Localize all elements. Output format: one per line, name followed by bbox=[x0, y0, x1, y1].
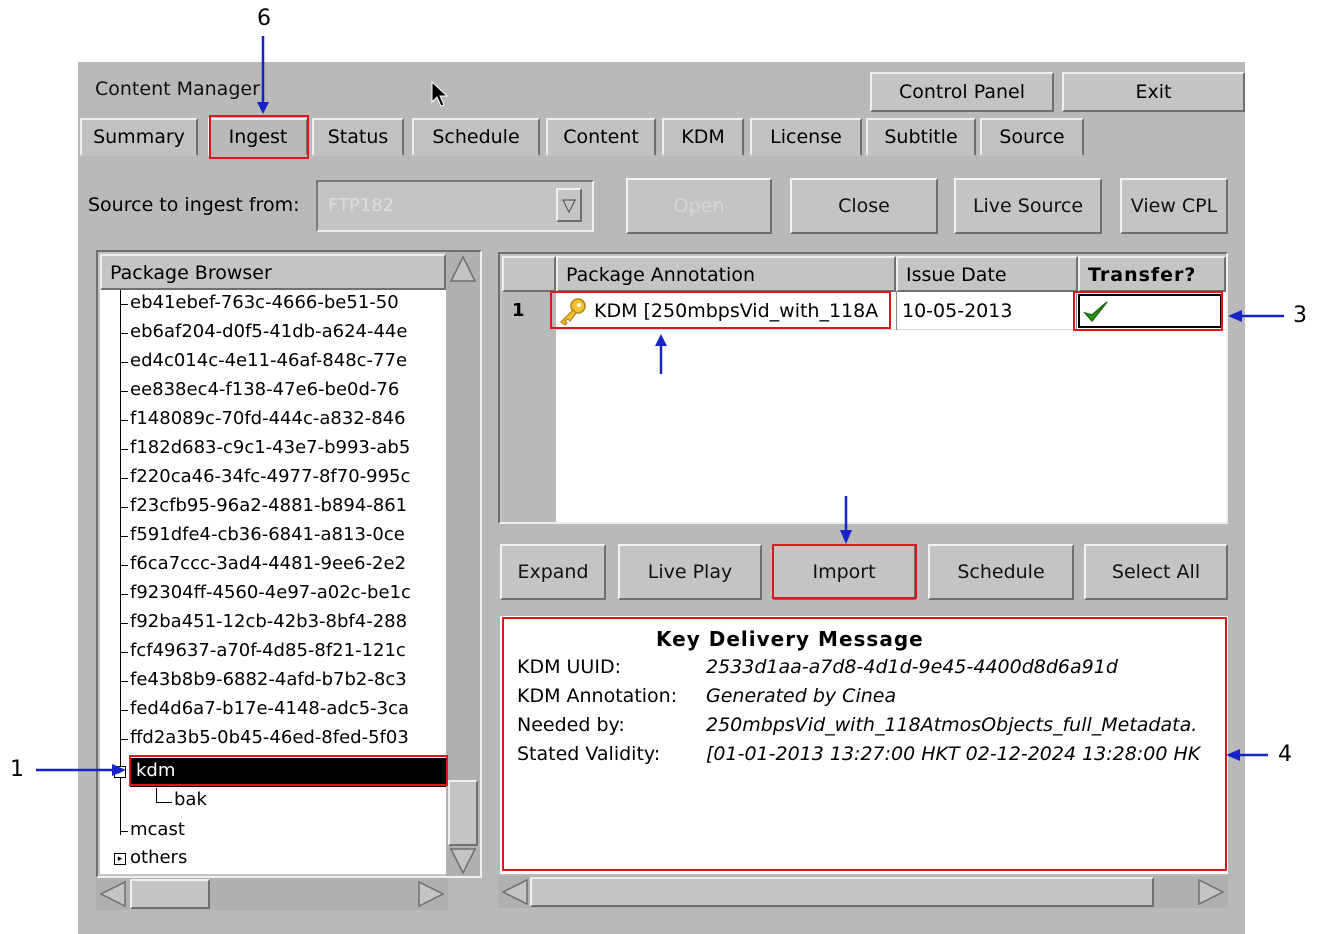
callout-arrows bbox=[36, 36, 1284, 776]
